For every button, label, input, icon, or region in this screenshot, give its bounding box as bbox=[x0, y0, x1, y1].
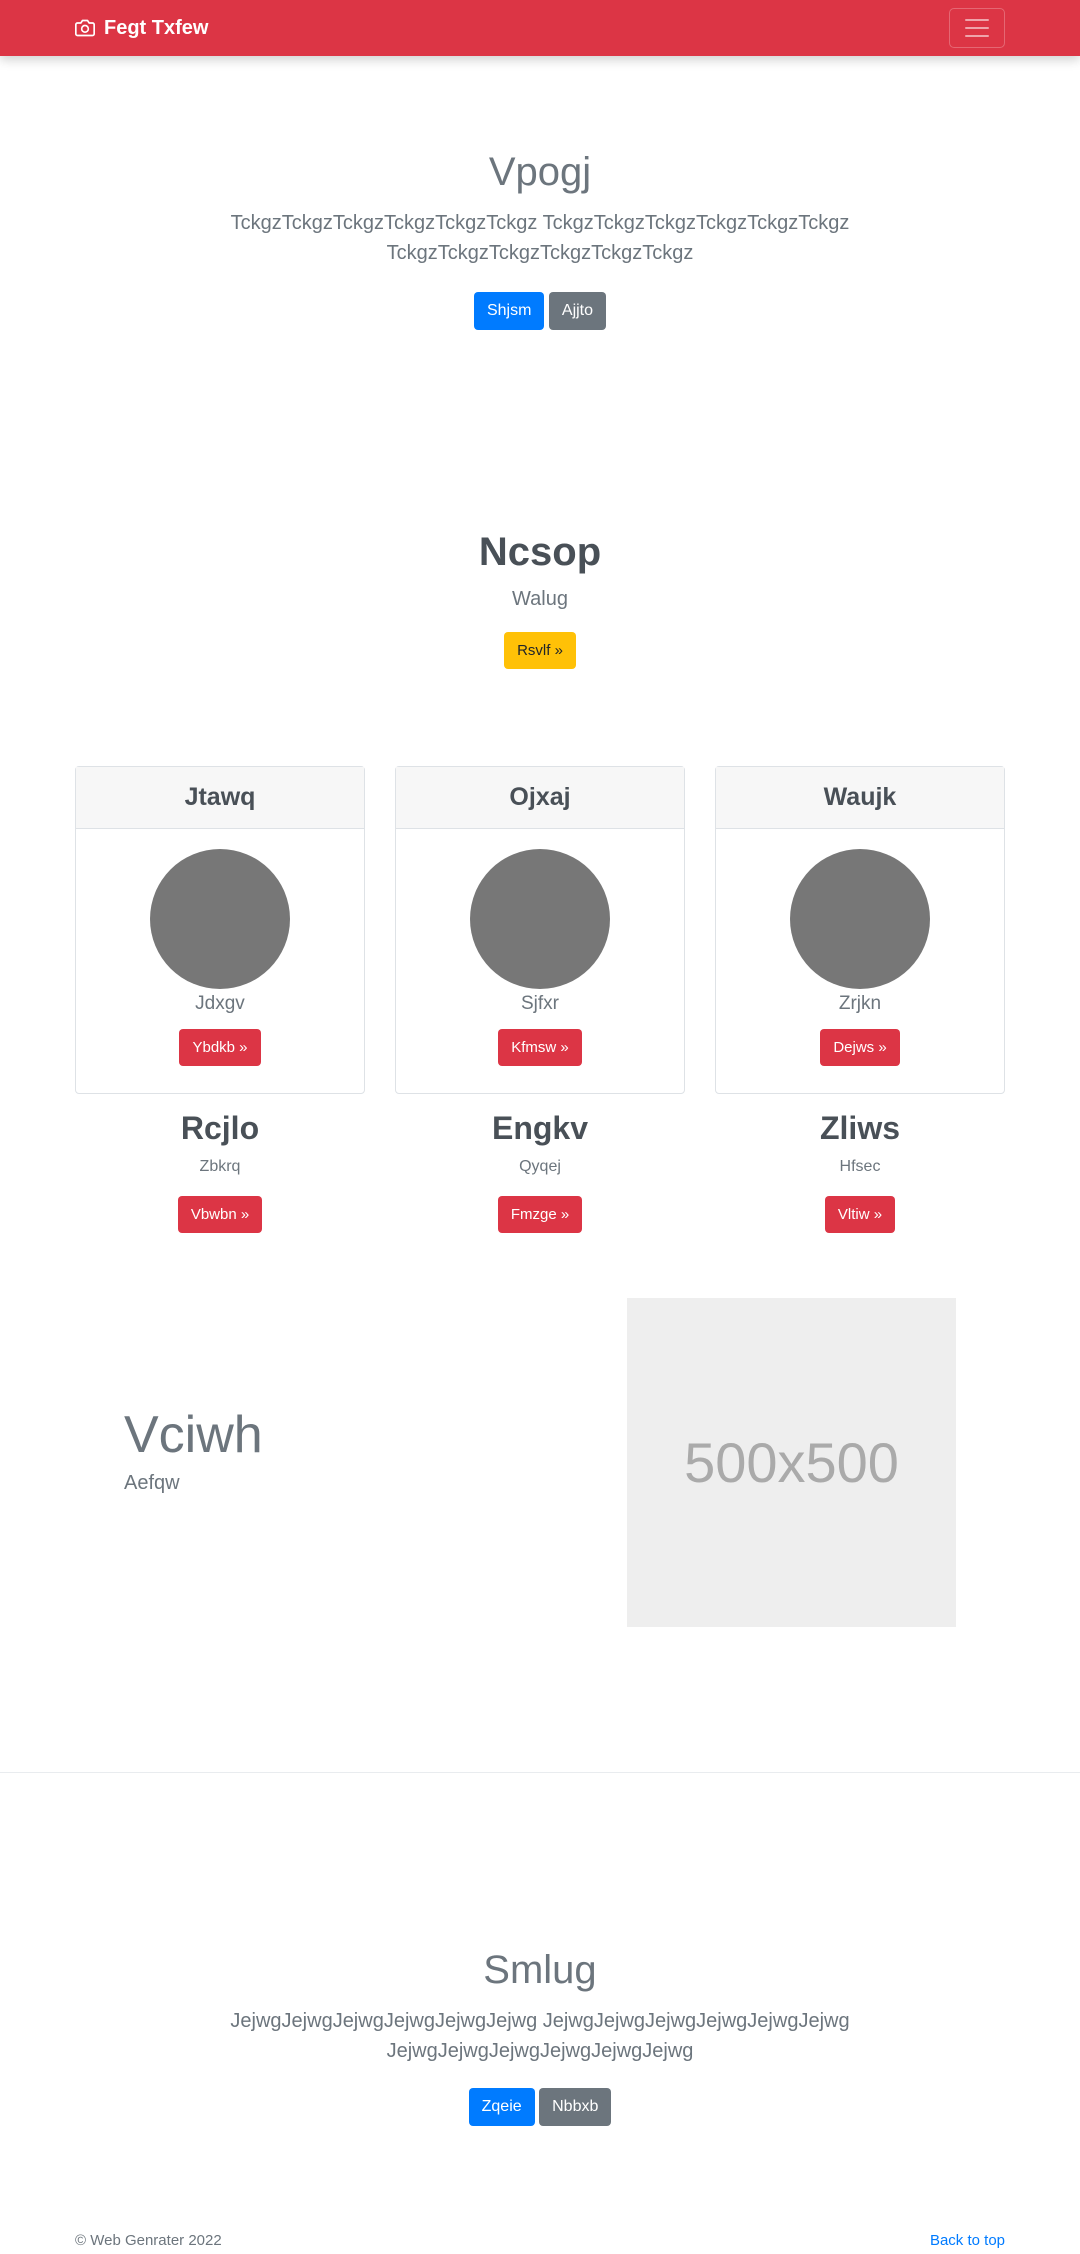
feature-subtitle: Aefqw bbox=[124, 1472, 180, 1494]
hero-secondary-button[interactable]: Ajjto bbox=[548, 292, 607, 330]
closing-lead-line-2: JejwgJejwgJejwgJejwgJejwgJejwg bbox=[386, 2040, 694, 2062]
card-text: Zrjkn bbox=[838, 993, 882, 1014]
callout-subtitle: Walug bbox=[512, 588, 568, 610]
navbar: Fegt Txfew bbox=[0, 0, 1080, 56]
card-image-circle bbox=[790, 849, 930, 989]
brand-name: Fegt Txfew bbox=[104, 16, 209, 39]
hero-lead-line-2: TckgzTckgzTckgzTckgzTckgzTckgz bbox=[386, 242, 694, 264]
card-button[interactable]: Ybdkb » bbox=[179, 1029, 261, 1066]
hamburger-menu-icon bbox=[965, 19, 989, 37]
column-subtitle: Hfsec bbox=[839, 1158, 881, 1175]
closing-primary-button[interactable]: Zqeie bbox=[468, 2088, 535, 2126]
callout-button[interactable]: Rsvlf » bbox=[504, 632, 576, 669]
card-header: Waujk bbox=[716, 767, 1004, 829]
card-text: Jdxgv bbox=[195, 993, 245, 1014]
closing-lead-line-1: JejwgJejwgJejwgJejwgJejwgJejwg JejwgJejw… bbox=[230, 2010, 850, 2032]
card-text: Sjfxr bbox=[521, 993, 559, 1014]
card: Ojxaj Sjfxr Kfmsw » bbox=[395, 766, 685, 1094]
card-image-circle bbox=[470, 849, 610, 989]
column-subtitle: Qyqej bbox=[519, 1158, 561, 1175]
hero-lead-line-1: TckgzTckgzTckgzTckgzTckgzTckgz TckgzTckg… bbox=[230, 212, 850, 234]
placeholder-label: 500x500 bbox=[684, 1431, 899, 1494]
feature-title: Vciwh bbox=[124, 1406, 263, 1464]
hero-lead: TckgzTckgzTckgzTckgzTckgzTckgz TckgzTckg… bbox=[0, 208, 1080, 268]
closing-title: Smlug bbox=[483, 1948, 597, 1992]
hero-primary-button[interactable]: Shjsm bbox=[473, 292, 545, 330]
column-subtitle: Zbkrq bbox=[199, 1158, 241, 1175]
feature-image-placeholder: 500x500 bbox=[627, 1298, 956, 1627]
navbar-brand[interactable]: Fegt Txfew bbox=[75, 14, 208, 42]
column-title: Engkv bbox=[491, 1110, 589, 1146]
back-to-top-link[interactable]: Back to top bbox=[930, 2232, 1005, 2249]
card-header: Jtawq bbox=[76, 767, 364, 829]
card-image-circle bbox=[150, 849, 290, 989]
card-header: Ojxaj bbox=[396, 767, 684, 829]
card-button[interactable]: Dejws » bbox=[820, 1029, 900, 1066]
camera-icon bbox=[75, 19, 95, 37]
closing-buttons: Zqeie Nbbxb bbox=[0, 2088, 1080, 2126]
hero-title: Vpogj bbox=[488, 150, 592, 194]
closing-secondary-button[interactable]: Nbbxb bbox=[539, 2088, 612, 2126]
column-title: Rcjlo bbox=[180, 1110, 260, 1146]
column-button[interactable]: Vbwbn » bbox=[177, 1196, 263, 1233]
column-title: Zliws bbox=[819, 1110, 900, 1146]
card: Waujk Zrjkn Dejws » bbox=[715, 766, 1005, 1094]
column-button[interactable]: Fmzge » bbox=[497, 1196, 583, 1233]
hero-buttons: Shjsm Ajjto bbox=[0, 292, 1080, 330]
section-divider bbox=[0, 1772, 1080, 1773]
card: Jtawq Jdxgv Ybdkb » bbox=[75, 766, 365, 1094]
footer-copyright: © Web Genrater 2022 bbox=[75, 2232, 222, 2249]
closing-lead: JejwgJejwgJejwgJejwgJejwgJejwg JejwgJejw… bbox=[0, 2006, 1080, 2066]
card-button[interactable]: Kfmsw » bbox=[498, 1029, 582, 1066]
navbar-toggler-button[interactable] bbox=[949, 8, 1005, 48]
column-button[interactable]: Vltiw » bbox=[824, 1196, 896, 1233]
callout-title: Ncsop bbox=[478, 530, 602, 574]
callout-button-wrap: Rsvlf » bbox=[0, 632, 1080, 669]
